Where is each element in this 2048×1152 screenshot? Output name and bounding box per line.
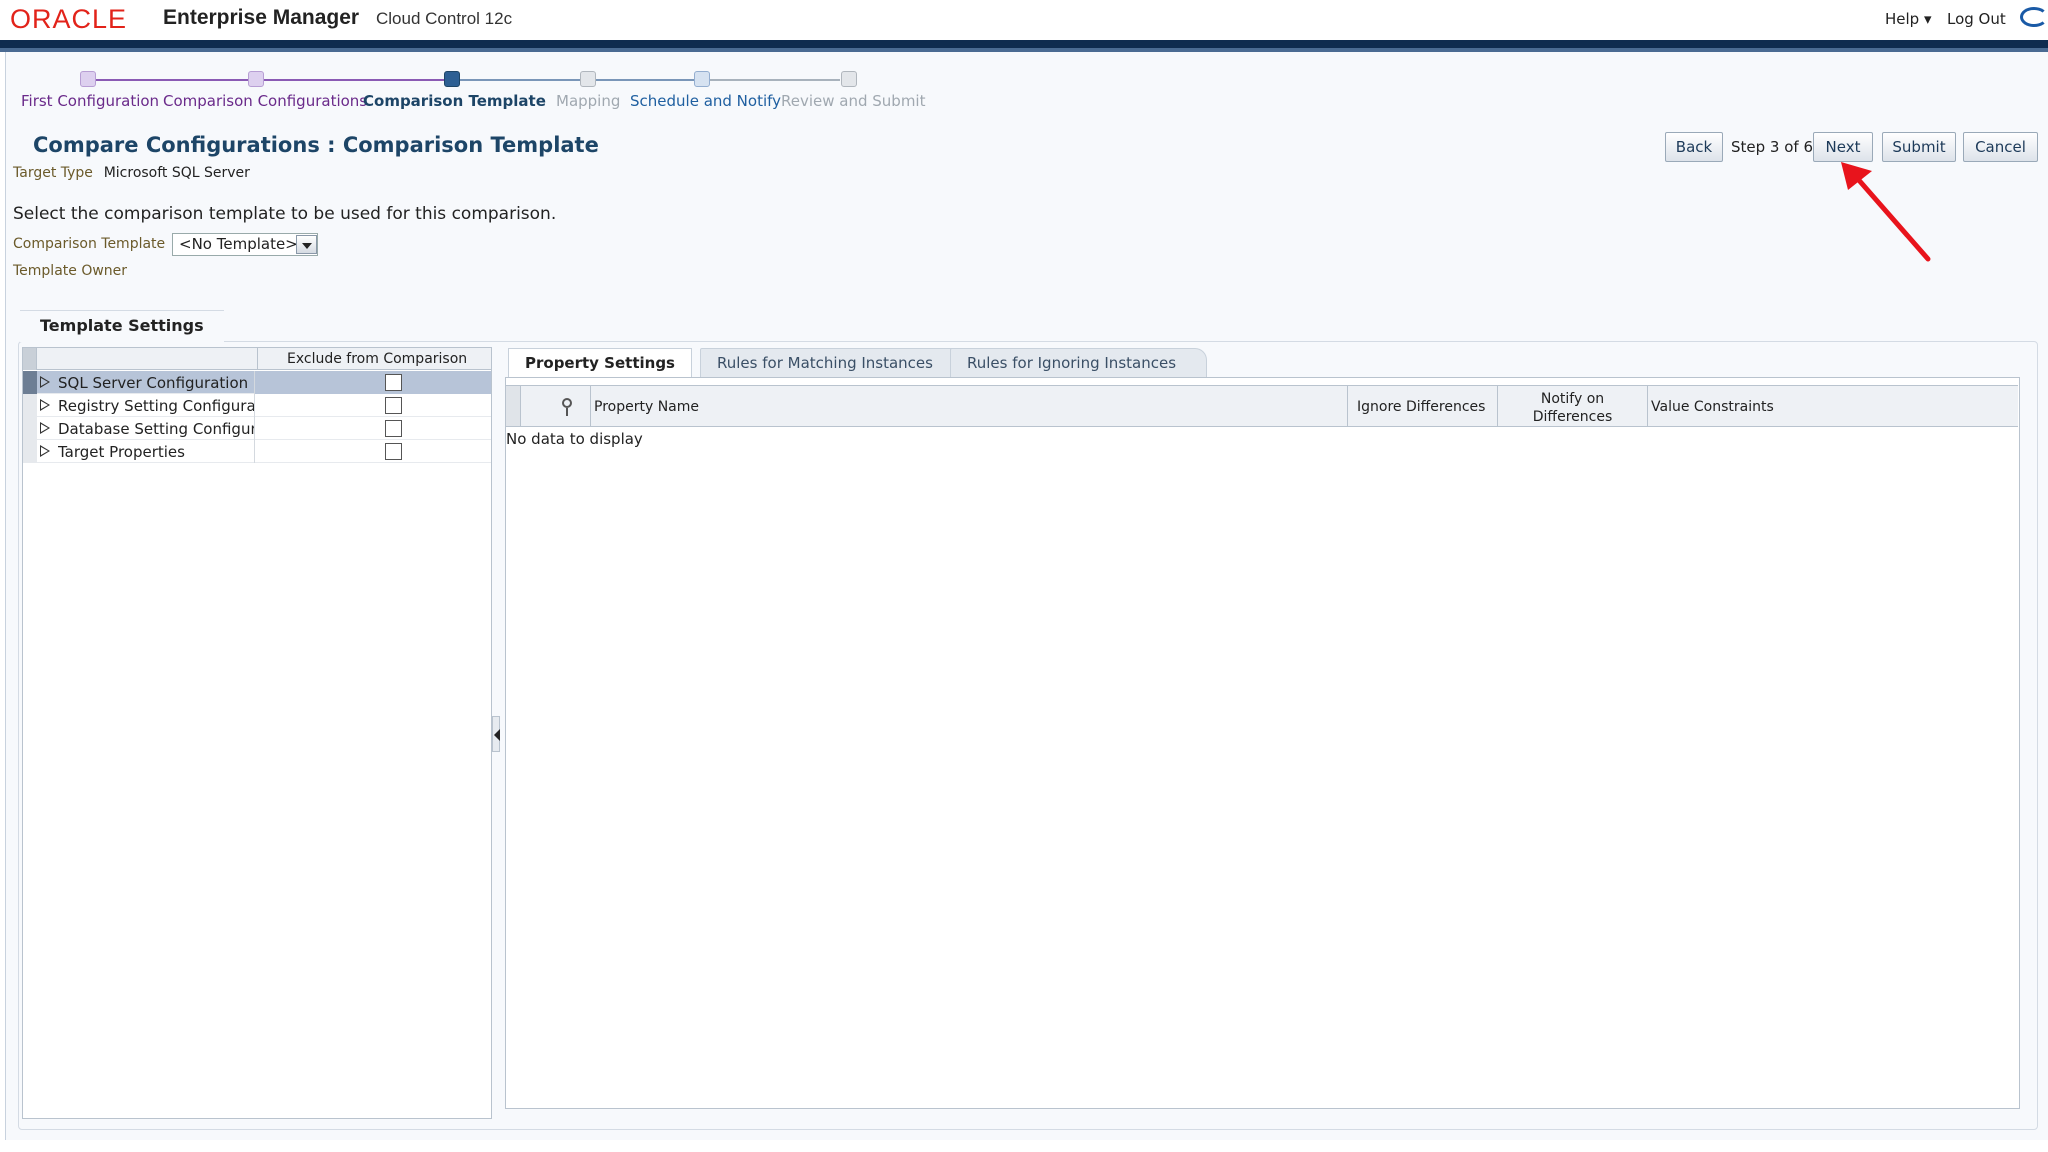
train-label-review-and-submit: Review and Submit [781,92,926,110]
cancel-button[interactable]: Cancel [1963,132,2038,162]
configuration-tree-table: Exclude from Comparison SQL Server Confi… [22,347,492,1119]
column-label-line1: Notify on [1540,391,1605,407]
cell-divider [254,394,255,417]
tree-header: Exclude from Comparison [23,348,491,370]
target-type-value: Microsoft SQL Server [103,165,250,181]
tab-template-settings[interactable]: Template Settings [20,310,224,342]
train-connector [96,79,256,81]
template-owner-label: Template Owner [13,263,128,279]
train-stop-mapping [580,71,596,87]
tree-row[interactable]: Database Setting Configura [23,417,491,440]
back-button[interactable]: Back [1665,132,1723,162]
train-connector [460,79,580,81]
column-header-notify-on-differences[interactable]: Notify on Differences [1498,386,1648,426]
train-label-first-configuration[interactable]: First Configuration [21,92,159,110]
column-label: Value Constraints [1651,399,1774,415]
collapse-pane-icon[interactable] [492,716,500,752]
oracle-globe-icon [2020,7,2048,27]
expand-triangle-icon[interactable] [40,445,50,457]
exclude-checkbox[interactable] [385,420,402,437]
train-stop-schedule-and-notify[interactable] [694,71,710,87]
column-header-property-name[interactable]: Property Name [591,386,1348,426]
column-divider [257,348,258,370]
column-header-value-constraints[interactable]: Value Constraints [1648,386,2018,426]
cell-divider [254,417,255,440]
train-label-comparison-template: Comparison Template [363,92,546,110]
grid-header-gutter [506,386,521,426]
train-stop-first-configuration[interactable] [80,71,96,87]
row-cell [255,371,491,394]
grid-header-key[interactable] [521,386,591,426]
submit-button[interactable]: Submit [1882,132,1956,162]
annotation-arrow-icon [1841,162,1931,262]
exclude-checkbox[interactable] [385,443,402,460]
page-title: Compare Configurations : Comparison Temp… [33,133,599,157]
header-divider [0,40,2048,48]
expand-triangle-icon[interactable] [40,422,50,434]
train-connector [596,79,694,81]
product-edition: Cloud Control 12c [376,9,513,28]
row-gutter [23,417,37,440]
column-label: Property Name [594,399,699,415]
tree-row[interactable]: Target Properties [23,440,491,463]
tree-header-corner [23,348,37,370]
column-header-exclude[interactable]: Exclude from Comparison [287,351,467,367]
tree-row-label[interactable]: Registry Setting Configurati [58,397,254,415]
tree-row-label[interactable]: Database Setting Configura [58,420,254,438]
row-gutter [23,371,37,394]
empty-grid-message: No data to display [506,430,643,448]
cell-divider [254,440,255,463]
train-stop-comparison-configurations[interactable] [248,71,264,87]
instructions-text: Select the comparison template to be use… [13,204,557,224]
oracle-logo: ORACLE [10,4,128,34]
tree-row[interactable]: Registry Setting Configurati [23,394,491,417]
product-name: Enterprise Manager [163,6,360,29]
help-menu[interactable]: Help ▾ [1885,10,1932,28]
column-label: Notify on Differences [1498,390,1647,426]
tree-row[interactable]: SQL Server Configuration [23,371,491,394]
tab-property-settings[interactable]: Property Settings [508,348,692,378]
tab-rules-matching-instances[interactable]: Rules for Matching Instances [700,348,964,378]
dropdown-arrow-icon[interactable] [296,235,317,254]
target-type-row: Target Type Microsoft SQL Server [13,163,250,181]
column-label-line2: Differences [1532,409,1613,425]
tree-row-label[interactable]: SQL Server Configuration [58,374,254,392]
next-button[interactable]: Next [1813,132,1873,162]
tree-row-label[interactable]: Target Properties [58,443,254,461]
train-label-schedule-and-notify[interactable]: Schedule and Notify [630,92,781,110]
exclude-checkbox[interactable] [385,397,402,414]
expand-triangle-icon[interactable] [40,399,50,411]
row-gutter [23,394,37,417]
train-stop-comparison-template [444,71,460,87]
tab-rules-ignoring-instances[interactable]: Rules for Ignoring Instances [950,348,1208,378]
target-type-label: Target Type [13,165,93,181]
expand-triangle-icon[interactable] [40,376,50,388]
exclude-checkbox[interactable] [385,374,402,391]
train-label-comparison-configurations[interactable]: Comparison Configurations [163,92,367,110]
property-settings-panel: Property Name Ignore Differences Notify … [505,377,2020,1109]
cell-divider [254,371,255,394]
branding-bar: ORACLE Enterprise Manager Cloud Control … [0,0,2048,40]
comparison-template-label: Comparison Template [13,236,166,252]
key-icon [562,398,572,416]
column-label: Ignore Differences [1357,399,1486,415]
step-indicator: Step 3 of 6 [1731,138,1814,156]
train-connector [710,79,840,81]
train-label-mapping: Mapping [556,92,621,110]
logout-link[interactable]: Log Out [1947,10,2006,28]
train-connector [264,79,444,81]
row-gutter [23,440,37,463]
column-header-ignore-differences[interactable]: Ignore Differences [1348,386,1498,426]
train-stop-review-and-submit [841,71,857,87]
property-grid-header: Property Name Ignore Differences Notify … [506,385,2018,427]
